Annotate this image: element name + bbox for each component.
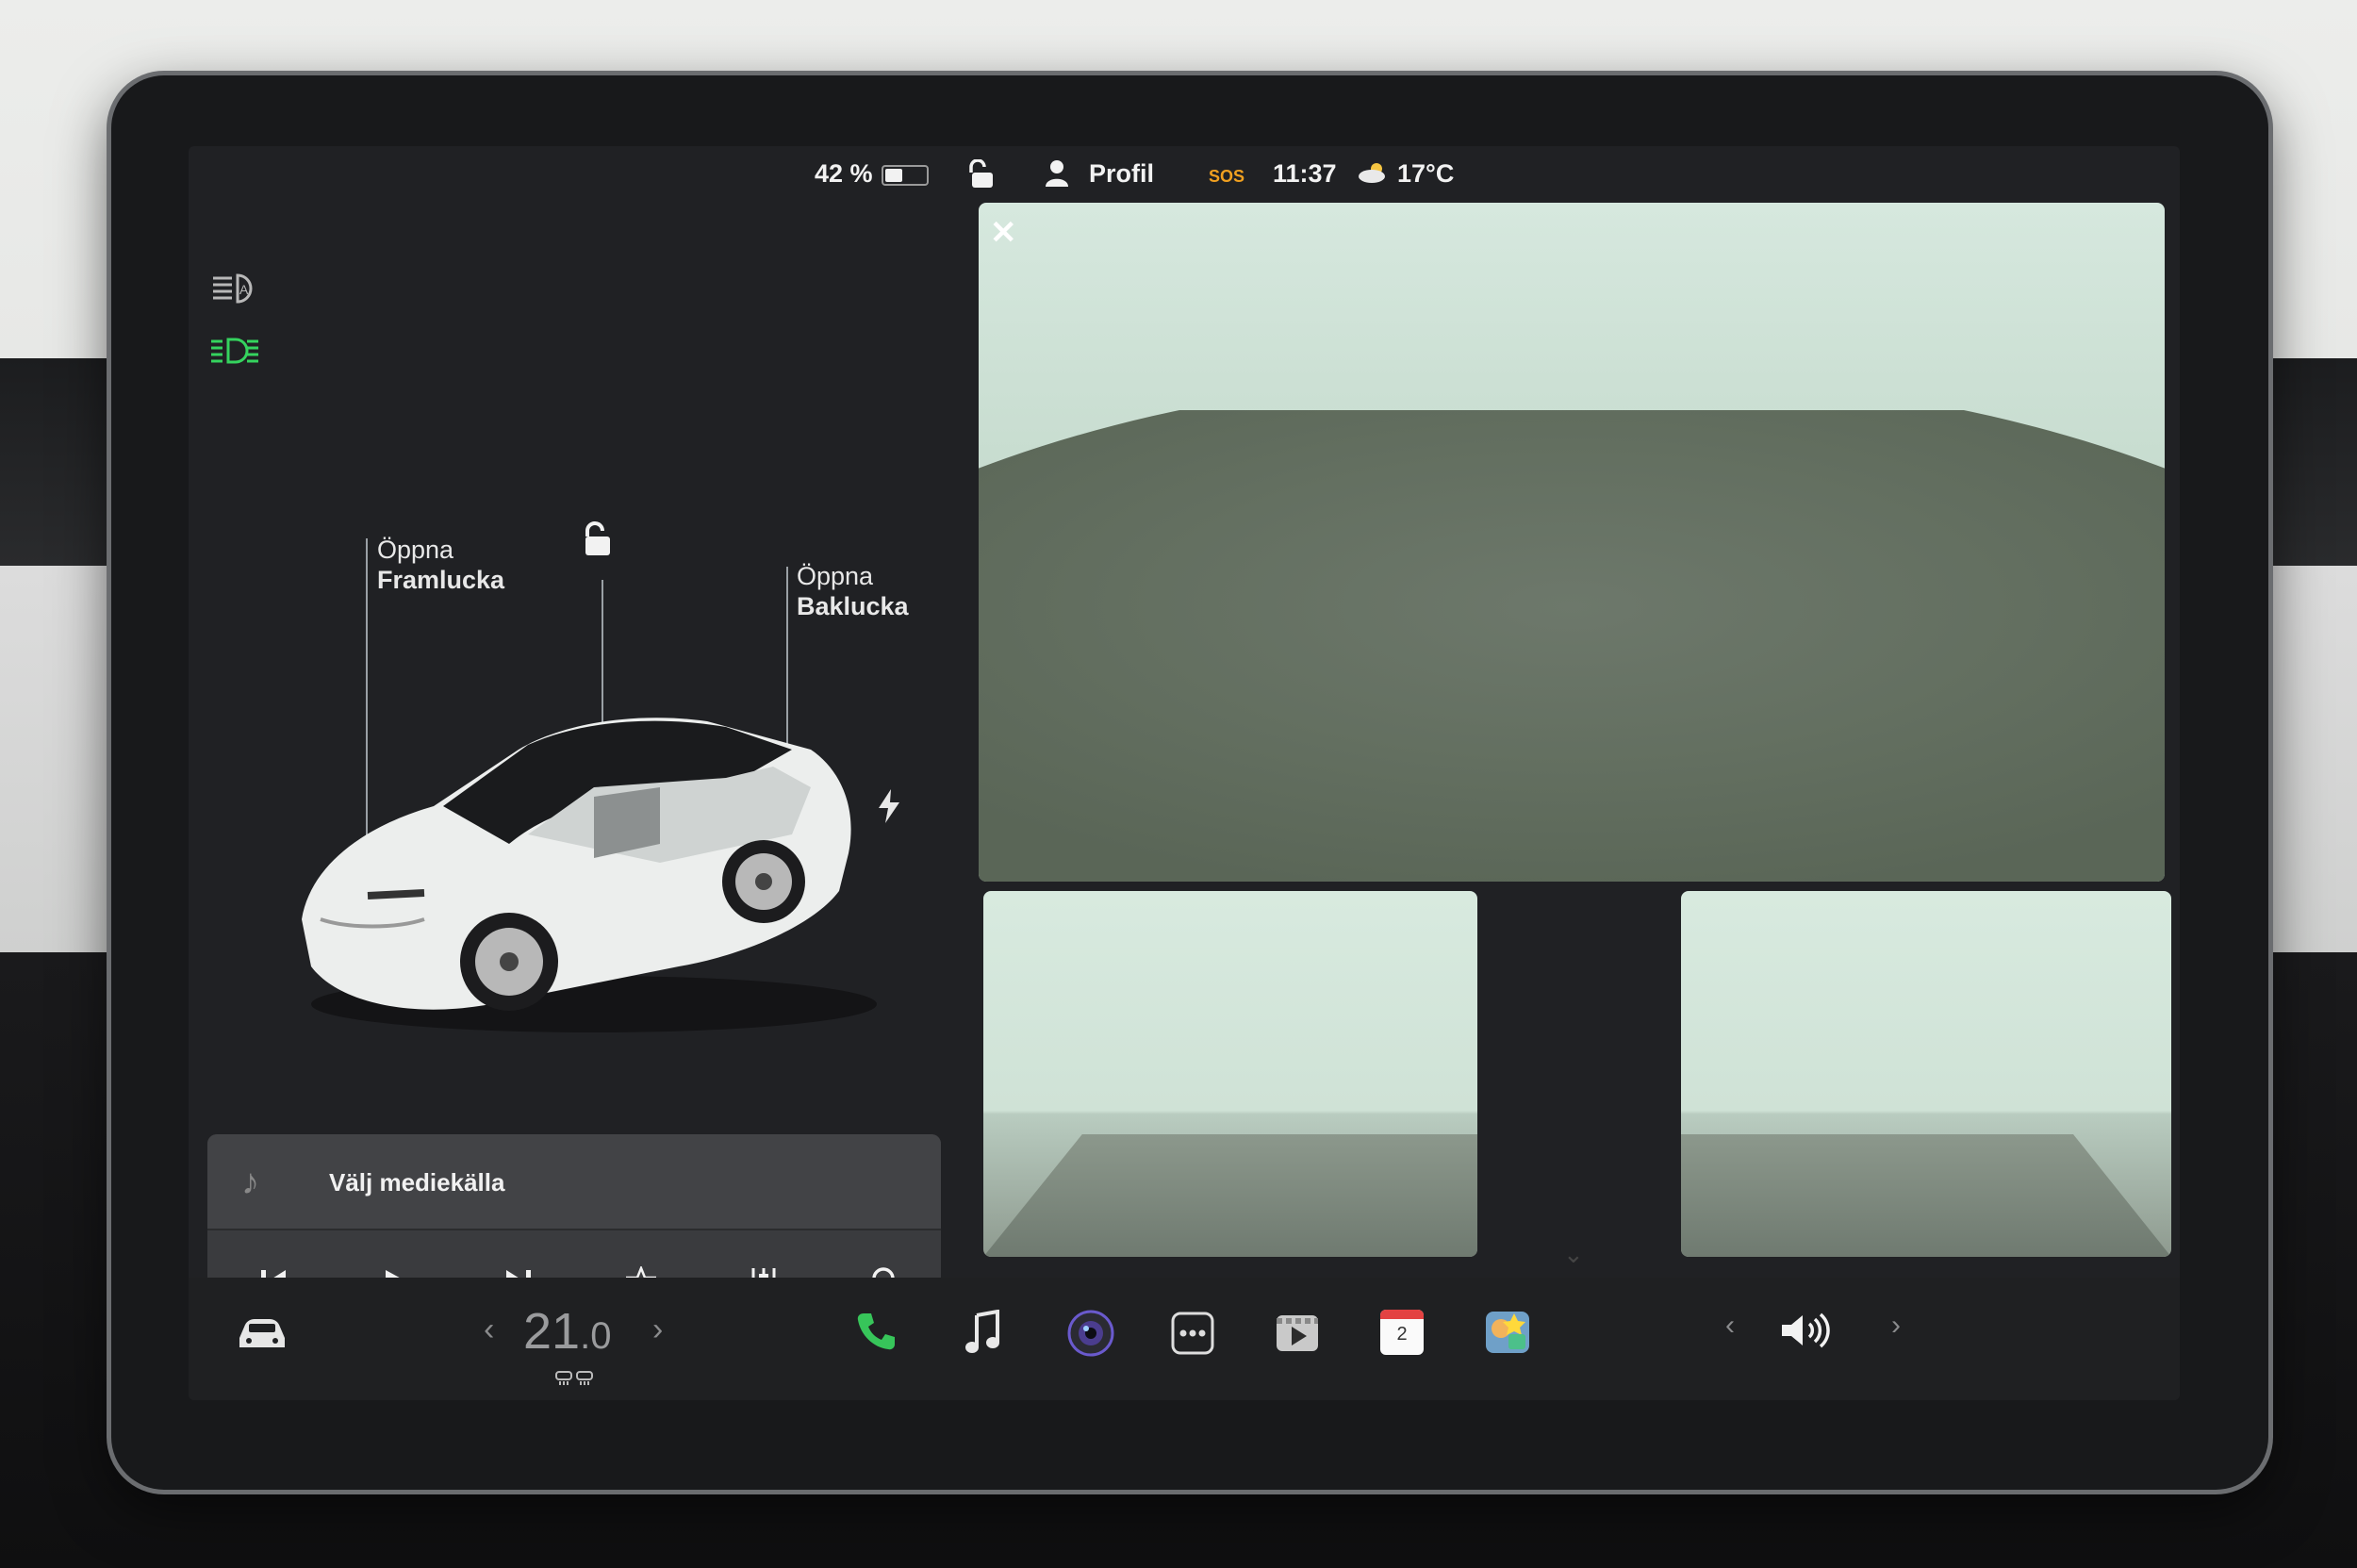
car-lock-icon[interactable] <box>582 521 616 562</box>
right-repeater-camera-feed <box>1681 891 2171 1257</box>
trunk-label-line2: Baklucka <box>797 592 909 620</box>
rear-camera-feed: ✕ <box>979 203 2165 882</box>
temp-increase-chevron-icon[interactable]: › <box>652 1312 663 1348</box>
more-apps-icon[interactable] <box>1171 1312 1214 1355</box>
frunk-label-line2: Framlucka <box>377 566 505 594</box>
cabin-temp-decimal: .0 <box>580 1315 612 1357</box>
camera-lens-icon[interactable] <box>1067 1310 1114 1357</box>
frunk-open-button[interactable]: Öppna Framlucka <box>377 535 504 595</box>
media-source-label[interactable]: Välj mediekälla <box>329 1168 504 1197</box>
vehicle-panel: A Öppna Framlucka Öppna Baklucka ♪ Välj … <box>189 203 962 1329</box>
trunk-open-button[interactable]: Öppna Baklucka <box>797 561 909 621</box>
left-repeater-camera-feed <box>983 891 1477 1257</box>
seat-heater-icon[interactable] <box>554 1370 596 1387</box>
close-icon[interactable]: ✕ <box>990 214 1017 252</box>
frunk-label-line1: Öppna <box>377 536 454 564</box>
media-source-row[interactable]: ♪ Välj mediekälla <box>207 1134 941 1230</box>
status-bar: 42 % Profil SOS 11:37 17°C <box>189 146 2180 203</box>
phone-icon[interactable] <box>854 1310 898 1353</box>
battery-percent: 42 % <box>815 159 873 188</box>
trunk-label-line1: Öppna <box>797 562 874 590</box>
auto-headlight-icon[interactable]: A <box>211 272 258 305</box>
low-beam-icon[interactable] <box>209 337 258 369</box>
profile-icon[interactable] <box>1045 159 1069 194</box>
cabin-temp-main: 21 <box>523 1303 581 1360</box>
music-note-icon: ♪ <box>241 1163 259 1202</box>
outside-temperature: 17°C <box>1397 159 1455 188</box>
profile-label[interactable]: Profil <box>1089 159 1154 189</box>
chevron-down-icon[interactable]: ⌄ <box>1563 1240 1584 1269</box>
clock: 11:37 <box>1273 159 1337 188</box>
music-note-icon[interactable] <box>964 1310 1001 1355</box>
touchscreen: 42 % Profil SOS 11:37 17°C A Öppna Framl… <box>189 146 2180 1400</box>
calendar-icon[interactable]: 2 <box>1380 1310 1424 1355</box>
lock-open-icon[interactable] <box>969 158 997 196</box>
temp-decrease-chevron-icon[interactable]: ‹ <box>484 1312 494 1348</box>
battery-icon <box>882 163 929 192</box>
sos-label[interactable]: SOS <box>1209 167 1244 187</box>
toybox-icon[interactable] <box>1484 1308 1531 1355</box>
svg-text:A: A <box>239 282 249 297</box>
volume-icon[interactable] <box>1778 1312 1831 1349</box>
theater-icon[interactable] <box>1275 1310 1320 1355</box>
cabin-temperature[interactable]: 21.0 <box>523 1302 611 1361</box>
car-3d-image[interactable] <box>283 646 886 1042</box>
volume-increase-chevron-icon[interactable]: › <box>1891 1310 1901 1342</box>
camera-view-panel: ✕ ⌄ <box>979 203 2180 1268</box>
cloud-icon <box>1358 161 1390 190</box>
calendar-day: 2 <box>1396 1324 1408 1345</box>
car-icon[interactable] <box>236 1313 288 1351</box>
volume-decrease-chevron-icon[interactable]: ‹ <box>1725 1310 1735 1342</box>
bottom-dock: ‹ 21.0 › 2 ‹ › <box>189 1278 2180 1400</box>
rear-camera-floor <box>979 410 2165 882</box>
